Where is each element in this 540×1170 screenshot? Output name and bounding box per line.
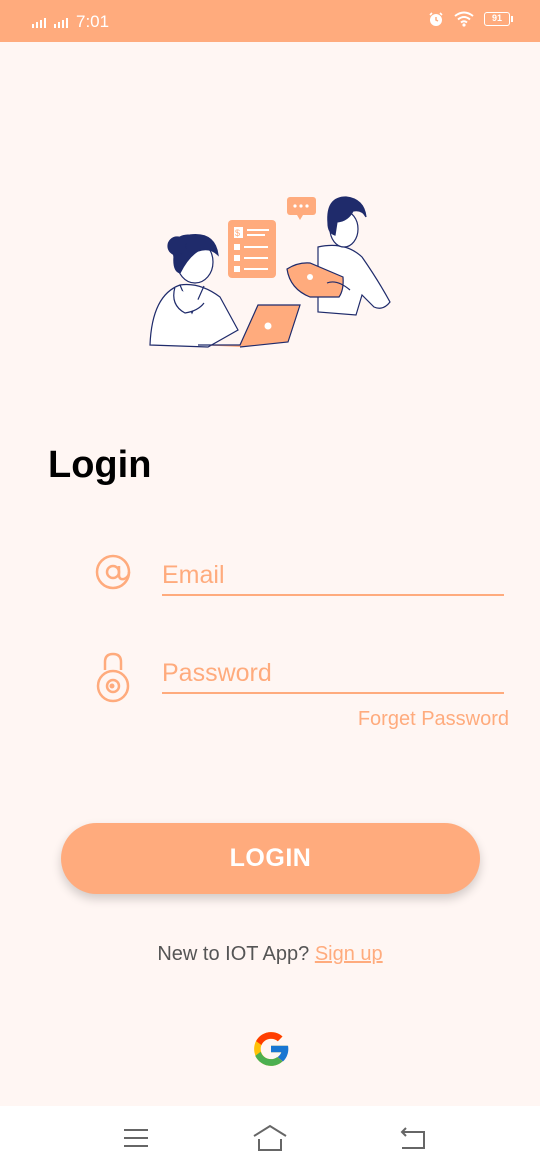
new-user-prompt: New to IOT App? (157, 943, 310, 965)
document-icon: $ (228, 220, 276, 278)
signup-link[interactable]: Sign up (315, 943, 383, 965)
signal-icon (32, 16, 46, 28)
home-icon[interactable] (250, 1120, 290, 1156)
system-nav-bar (0, 1106, 540, 1170)
status-right: 91 (428, 11, 513, 27)
menu-icon[interactable] (116, 1120, 156, 1156)
google-icon[interactable] (249, 1027, 293, 1071)
chat-bubble-icon (287, 197, 316, 220)
at-icon (95, 554, 131, 590)
password-field-row (93, 644, 505, 704)
password-field[interactable] (162, 658, 504, 694)
back-icon[interactable] (392, 1120, 432, 1156)
lock-icon (96, 652, 130, 703)
status-bar: 7:01 91 (0, 0, 540, 42)
woman-figure (149, 234, 301, 348)
email-field[interactable] (162, 560, 504, 596)
signup-row: New to IOT App? Sign up (0, 943, 540, 966)
battery-icon: 91 (484, 12, 513, 26)
login-button[interactable]: LOGIN (61, 823, 480, 894)
alarm-icon (429, 12, 443, 26)
signal-icon (54, 16, 68, 28)
forget-password-link[interactable]: Forget Password (358, 708, 509, 731)
status-time: 7:01 (76, 12, 110, 31)
email-field-row (93, 546, 505, 606)
status-left: 7:01 (32, 12, 109, 32)
page-title: Login (48, 444, 152, 486)
wifi-icon (454, 11, 474, 27)
svg-text:$: $ (235, 228, 240, 238)
login-illustration: $ (149, 196, 391, 348)
